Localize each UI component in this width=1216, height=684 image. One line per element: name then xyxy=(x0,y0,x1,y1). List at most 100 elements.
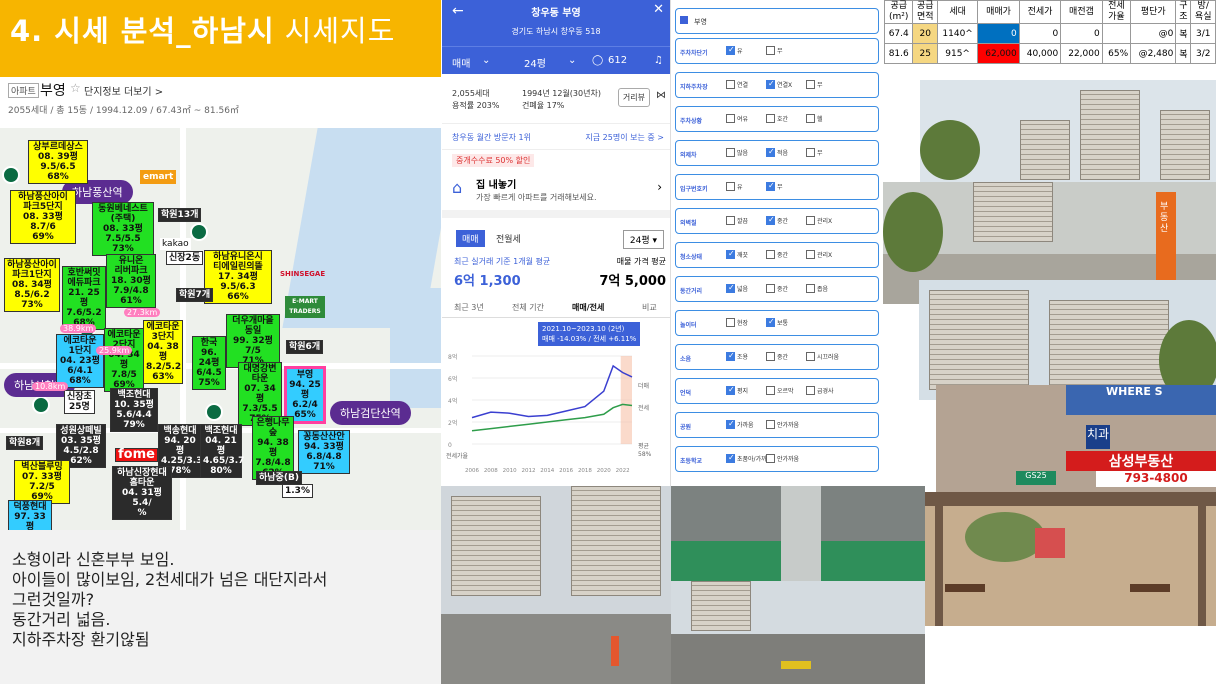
checkbox[interactable] xyxy=(766,250,775,259)
checkbox[interactable] xyxy=(766,46,775,55)
checklist-option[interactable]: 안가까움 xyxy=(766,420,799,429)
map-label-baekjo-hyundai[interactable]: 백조현대 04. 21평 4.65/3.7 80% xyxy=(200,424,244,478)
checklist-option[interactable]: 평지 xyxy=(726,385,748,395)
checkbox[interactable] xyxy=(726,80,735,89)
checklist-option[interactable]: 관리X xyxy=(806,216,832,225)
checkbox[interactable] xyxy=(806,284,815,293)
sell-promo[interactable]: ⌂ 집 내놓기 가장 빠르게 아파트를 거래해보세요. › xyxy=(442,170,670,218)
map-label-shinjang-hyundai[interactable]: 하남신장현대 홈타운 04. 31평 5.4/ % xyxy=(112,466,172,520)
map-label-academy13[interactable]: 학원13개 xyxy=(158,208,202,222)
checkbox[interactable] xyxy=(726,283,735,293)
map-label-hanguk[interactable]: 한국 96. 24평 6/4.5 75% xyxy=(192,336,226,390)
checklist-option[interactable]: 무 xyxy=(766,46,783,55)
checklist-option[interactable]: 무 xyxy=(766,181,783,191)
checklist-option[interactable]: 시끄러움 xyxy=(806,352,839,361)
checkbox[interactable] xyxy=(806,352,815,361)
more-info-link[interactable]: 단지정보 더보기 > xyxy=(84,83,163,98)
checkbox[interactable] xyxy=(806,80,815,89)
checkbox[interactable] xyxy=(726,45,735,55)
map-label-academy6[interactable]: 학원6개 xyxy=(286,340,324,354)
checklist-option[interactable]: 깔끔 xyxy=(726,216,748,225)
viewer-count[interactable]: 지금 25명이 보는 중 > xyxy=(585,132,664,143)
checklist-option[interactable]: 호간 xyxy=(766,114,788,123)
checkbox[interactable] xyxy=(766,352,775,361)
checklist-option[interactable]: 유 xyxy=(726,45,743,55)
checklist-option[interactable]: 여유 xyxy=(726,114,748,123)
street-view-button[interactable]: 거리뷰 xyxy=(617,88,650,107)
checklist-option[interactable]: 연결X xyxy=(766,79,792,89)
tab-recent-3y[interactable]: 최근 3년 xyxy=(454,302,484,313)
tab-compare[interactable]: 비교 xyxy=(642,302,657,313)
checkbox[interactable] xyxy=(766,79,775,89)
map-label-byucksan[interactable]: 벽산블루밍 07. 33평 7.2/5 69% xyxy=(14,460,70,504)
checkbox[interactable] xyxy=(726,249,735,259)
map-label-pungsan-ipark1[interactable]: 하남풍산아이 파크1단지 08. 34평 8.5/6.2 73% xyxy=(4,258,60,312)
checklist-option[interactable]: 가까움 xyxy=(726,419,754,429)
checkbox[interactable] xyxy=(766,454,775,463)
map-label-eco1[interactable]: 에코타운 1단지 04. 23평 6/4.1 68% xyxy=(56,334,104,388)
checkbox[interactable] xyxy=(726,351,735,361)
share-icon[interactable]: ⋈ xyxy=(656,90,666,101)
price-map[interactable]: emart kakao 신장2동 SHINSEGAE E-MART TRADER… xyxy=(0,128,441,530)
map-label-eco3[interactable]: 에코타운 3단지 04. 38평 8.2/5.2 63% xyxy=(143,320,183,384)
checkbox[interactable] xyxy=(726,385,735,395)
checkbox[interactable] xyxy=(726,182,735,191)
tab-all-period[interactable]: 전체 기간 xyxy=(512,302,544,313)
checklist-option[interactable]: 많음 xyxy=(726,148,748,157)
checklist-option[interactable]: 중간 xyxy=(766,352,788,361)
checkbox[interactable] xyxy=(806,250,815,259)
close-icon[interactable]: ✕ xyxy=(653,2,664,17)
checkbox[interactable] xyxy=(766,386,775,395)
map-label-deokpung[interactable]: 덕풍현대 97. 33평 xyxy=(8,500,52,530)
checkbox[interactable] xyxy=(766,181,775,191)
checklist-option[interactable]: 유 xyxy=(726,182,743,191)
map-label-pungsan-ipark5[interactable]: 하남풍산아이 파크5단지 08. 33평 8.7/6 69% xyxy=(10,190,76,244)
checkbox[interactable] xyxy=(726,318,735,327)
checkbox[interactable] xyxy=(806,114,815,123)
map-label-kkongdong[interactable]: 꽁동산산안 94. 33평 6.8/4.8 71% xyxy=(298,430,350,474)
checklist-option[interactable]: 현장 xyxy=(726,318,748,327)
checklist-option[interactable]: 조용 xyxy=(726,351,748,361)
size-select[interactable]: 24평 xyxy=(524,55,546,70)
map-label-hanam-middle[interactable]: 하남중(B) xyxy=(256,471,302,485)
map-label-hoban[interactable]: 호반써밋 에듀파크 21. 25평 7.6/5.2 68% xyxy=(62,266,106,330)
checklist-option[interactable]: 무 xyxy=(806,80,823,89)
checklist-option[interactable]: 헬 xyxy=(806,114,823,123)
checklist-option[interactable]: 관리X xyxy=(806,250,832,259)
map-label-eco2[interactable]: 에코타운 2단지 04. 34평 7.8/5 69% xyxy=(104,328,144,392)
map-label-union-city[interactable]: 하남유니온시 티에일린의뜰 17. 34평 9.5/6.3 66% xyxy=(204,250,272,304)
star-icon[interactable]: ☆ xyxy=(70,81,81,95)
checklist-option[interactable]: 깨끗 xyxy=(726,249,748,259)
checklist-option[interactable]: 중간 xyxy=(766,284,788,293)
checkbox[interactable] xyxy=(806,148,815,157)
checkbox[interactable] xyxy=(766,147,775,157)
map-label-deoukae[interactable]: 더우개마을 동일 99. 32평 7/5 71% xyxy=(226,314,280,368)
checklist-option[interactable]: 급경사 xyxy=(806,386,834,395)
chart-size-select[interactable]: 24평 ▾ xyxy=(622,230,664,249)
checkbox[interactable] xyxy=(726,148,735,157)
deal-type-select[interactable]: 매매 xyxy=(452,55,470,70)
map-label-academy8[interactable]: 학원8개 xyxy=(6,436,44,450)
checklist-option[interactable]: 보통 xyxy=(766,317,788,327)
checkbox[interactable] xyxy=(766,420,775,429)
checkbox[interactable] xyxy=(766,114,775,123)
map-label-baekjo[interactable]: 백조현대 10. 35평 5.6/4.4 79% xyxy=(110,388,158,432)
checklist-option[interactable]: 무 xyxy=(806,148,823,157)
checkbox[interactable] xyxy=(766,317,775,327)
checkbox[interactable] xyxy=(726,216,735,225)
checkbox[interactable] xyxy=(726,453,735,463)
checkbox[interactable] xyxy=(766,284,775,293)
checklist-option[interactable]: 넓음 xyxy=(726,283,748,293)
checklist-option[interactable]: 좁음 xyxy=(806,284,828,293)
checkbox[interactable] xyxy=(726,114,735,123)
checklist-option[interactable]: 중간 xyxy=(766,215,788,225)
checkbox[interactable] xyxy=(726,419,735,429)
checklist-option[interactable]: 중간 xyxy=(766,250,788,259)
checklist-option[interactable]: 연결 xyxy=(726,80,748,89)
tab-sale-rent[interactable]: 매매/전세 xyxy=(572,302,604,313)
comment-icon[interactable]: ◯ xyxy=(592,55,603,66)
checkbox[interactable] xyxy=(806,216,815,225)
checklist-option[interactable]: 안가까움 xyxy=(766,454,799,463)
checklist-option[interactable]: 오르막 xyxy=(766,386,794,395)
checkbox[interactable] xyxy=(766,215,775,225)
